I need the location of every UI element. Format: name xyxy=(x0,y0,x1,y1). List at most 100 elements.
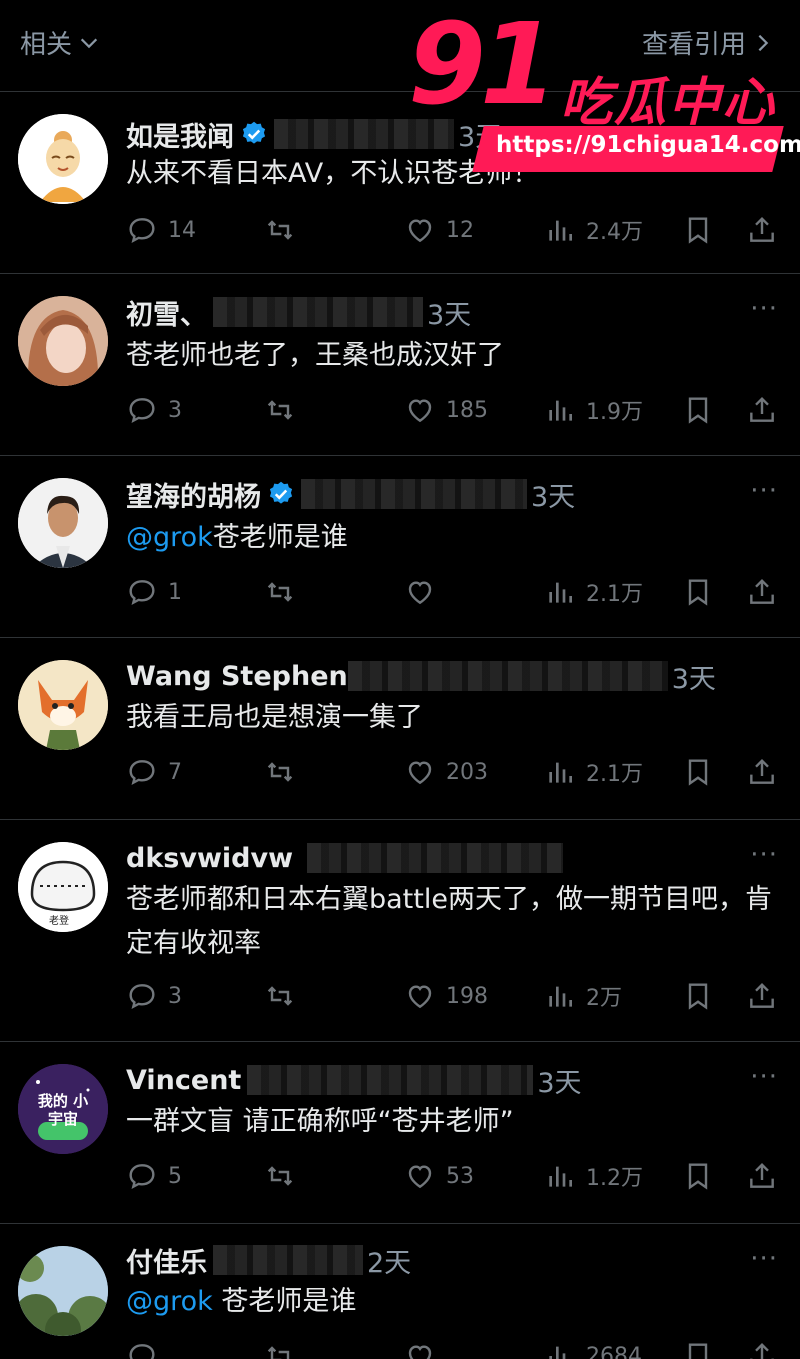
display-name[interactable]: 望海的胡杨 xyxy=(126,475,261,514)
retweet-button[interactable] xyxy=(264,390,296,430)
more-options-icon[interactable]: ··· xyxy=(750,1062,778,1092)
bookmark-icon xyxy=(688,217,708,244)
bookmark-button[interactable] xyxy=(682,752,714,792)
avatar[interactable] xyxy=(18,114,108,204)
reply-item[interactable]: 望海的胡杨 3天 ··· @grok苍老师是谁 1 2.1万 xyxy=(0,456,800,638)
share-icon xyxy=(750,396,774,422)
related-label: 相关 xyxy=(20,30,73,60)
comment-count: 3 xyxy=(168,983,182,1009)
display-name[interactable]: Vincent xyxy=(126,1065,241,1096)
bookmark-button[interactable] xyxy=(682,390,714,430)
heart-icon xyxy=(408,1165,432,1189)
bookmark-button[interactable] xyxy=(682,1156,714,1196)
reply-body: 苍老师也老了，王桑也成汉奸了 xyxy=(126,340,504,371)
like-button[interactable]: 53 xyxy=(404,1156,474,1196)
avatar[interactable] xyxy=(18,478,108,568)
views-button[interactable]: 2.4万 xyxy=(544,210,643,250)
heart-icon xyxy=(408,761,432,785)
views-button[interactable]: 2684 xyxy=(544,1336,642,1359)
display-name[interactable]: 如是我闻 xyxy=(126,115,234,154)
share-button[interactable] xyxy=(746,752,778,792)
reply-item[interactable]: 我的 小宇宙 Vincent 3天 ··· 一群文盲 请正确称呼“苍井老师” 5… xyxy=(0,1042,800,1224)
reply-body: 苍老师都和日本右翼battle两天了，做一期节目吧，肯定有收视率 xyxy=(126,884,772,959)
display-name[interactable]: 初雪、 xyxy=(126,293,207,332)
views-button[interactable]: 2万 xyxy=(544,976,622,1016)
retweet-icon xyxy=(267,762,293,782)
reply-button[interactable]: 14 xyxy=(126,210,196,250)
views-chart-icon xyxy=(549,582,572,603)
comment-icon xyxy=(129,984,155,1009)
display-name[interactable]: 付佳乐 xyxy=(126,1241,207,1280)
retweet-button[interactable] xyxy=(264,976,296,1016)
share-button[interactable] xyxy=(746,1336,778,1359)
more-options-icon[interactable]: ··· xyxy=(750,294,778,324)
view-count: 2万 xyxy=(586,986,622,1011)
more-options-icon[interactable]: ··· xyxy=(750,476,778,506)
display-name[interactable]: Wang Stephen xyxy=(126,661,348,692)
views-button[interactable]: 2.1万 xyxy=(544,572,643,612)
comment-icon xyxy=(129,1344,155,1359)
avatar[interactable] xyxy=(18,296,108,386)
like-button[interactable] xyxy=(404,572,436,612)
handle-blurred xyxy=(347,661,668,691)
reply-button[interactable]: 3 xyxy=(126,390,182,430)
retweet-button[interactable] xyxy=(264,572,296,612)
retweet-button[interactable] xyxy=(264,1336,296,1359)
reply-button[interactable] xyxy=(126,1336,158,1359)
avatar[interactable] xyxy=(18,1246,108,1336)
reply-button[interactable]: 5 xyxy=(126,1156,182,1196)
like-button[interactable]: 12 xyxy=(404,210,474,250)
heart-icon xyxy=(408,399,432,423)
bookmark-button[interactable] xyxy=(682,976,714,1016)
reply-button[interactable]: 7 xyxy=(126,752,182,792)
more-options-icon[interactable]: ··· xyxy=(750,840,778,870)
share-icon xyxy=(750,578,774,604)
reply-item[interactable]: 初雪、 3天 ··· 苍老师也老了，王桑也成汉奸了 3 185 1.9万 xyxy=(0,274,800,456)
more-options-icon[interactable]: ··· xyxy=(750,1244,778,1274)
bookmark-button[interactable] xyxy=(682,210,714,250)
like-button[interactable]: 198 xyxy=(404,976,488,1016)
reply-item[interactable]: 付佳乐 2天 ··· @grok 苍老师是谁 2684 xyxy=(0,1224,800,1359)
reply-button[interactable]: 3 xyxy=(126,976,182,1016)
views-button[interactable]: 1.2万 xyxy=(544,1156,643,1196)
views-button[interactable]: 1.9万 xyxy=(544,390,643,430)
retweet-button[interactable] xyxy=(264,1156,296,1196)
display-name[interactable]: dksvwidvw xyxy=(126,843,293,874)
retweet-button[interactable] xyxy=(264,210,296,250)
share-button[interactable] xyxy=(746,210,778,250)
share-button[interactable] xyxy=(746,1156,778,1196)
like-button[interactable]: 185 xyxy=(404,390,488,430)
avatar[interactable]: 我的 小宇宙 xyxy=(18,1064,108,1154)
share-button[interactable] xyxy=(746,390,778,430)
mention-link[interactable]: @grok xyxy=(126,1286,213,1317)
bookmark-button[interactable] xyxy=(682,1336,714,1359)
avatar[interactable] xyxy=(18,660,108,750)
like-count: 53 xyxy=(446,1163,474,1189)
reply-item[interactable]: 老登 dksvwidvw ··· 苍老师都和日本右翼battle两天了，做一期节… xyxy=(0,820,800,1042)
bookmark-icon xyxy=(688,759,708,786)
reply-button[interactable]: 1 xyxy=(126,572,182,612)
views-button[interactable]: 2.1万 xyxy=(544,752,643,792)
timestamp: 3天 xyxy=(531,481,576,513)
reply-text: 苍老师都和日本右翼battle两天了，做一期节目吧，肯定有收视率 xyxy=(126,878,776,966)
chevron-down-icon xyxy=(80,38,98,48)
like-count: 203 xyxy=(446,759,488,785)
like-button[interactable] xyxy=(404,1336,436,1359)
avatar-caption: 老登 xyxy=(49,916,69,927)
comment-icon xyxy=(129,218,155,243)
avatar[interactable]: 老登 xyxy=(18,842,108,932)
bookmark-button[interactable] xyxy=(682,572,714,612)
like-button[interactable]: 203 xyxy=(404,752,488,792)
reply-item[interactable]: Wang Stephen 3天 我看王局也是想演一集了 7 203 2.1万 xyxy=(0,638,800,820)
share-icon xyxy=(750,982,774,1008)
views-chart-icon xyxy=(549,1166,572,1187)
heart-icon xyxy=(408,581,432,605)
related-sort-dropdown[interactable]: 相关 xyxy=(20,24,100,61)
comment-icon xyxy=(129,760,155,785)
retweet-button[interactable] xyxy=(264,752,296,792)
watermark-number: 91 xyxy=(408,0,558,130)
share-button[interactable] xyxy=(746,976,778,1016)
mention-link[interactable]: @grok xyxy=(126,522,213,553)
share-button[interactable] xyxy=(746,572,778,612)
action-bar: 2684 xyxy=(126,1336,786,1359)
